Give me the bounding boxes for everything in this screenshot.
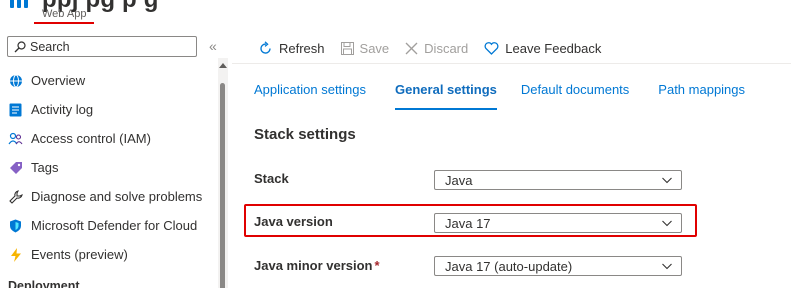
- collapse-sidebar-icon[interactable]: «: [209, 38, 217, 54]
- sidebar-item-tags[interactable]: Tags: [8, 153, 218, 182]
- sidebar-nav: Overview Activity log Access control (IA…: [8, 66, 218, 269]
- close-icon: [405, 42, 418, 54]
- chevron-down-icon: [662, 263, 672, 270]
- stack-settings-heading: Stack settings: [254, 126, 356, 143]
- stack-label: Stack: [254, 171, 289, 186]
- refresh-icon: [260, 40, 271, 54]
- sidebar-item-diagnose[interactable]: Diagnose and solve problems: [8, 182, 218, 211]
- scroll-up-icon[interactable]: [219, 63, 227, 68]
- java-minor-version-label: Java minor version *: [254, 258, 380, 273]
- sidebar-section-deployment: Deployment: [8, 279, 80, 288]
- java-minor-version-value: Java 17 (auto-update): [445, 258, 573, 274]
- java-minor-version-dropdown[interactable]: Java 17 (auto-update): [434, 256, 682, 276]
- save-label: Save: [359, 40, 390, 56]
- sidebar-item-label: Diagnose and solve problems: [31, 189, 203, 204]
- sidebar-scroll-thumb[interactable]: [220, 83, 225, 288]
- chevron-down-icon: [662, 220, 672, 227]
- lightning-icon: [8, 247, 23, 262]
- save-icon: [340, 41, 354, 55]
- sidebar-item-access-control[interactable]: Access control (IAM): [8, 124, 218, 153]
- sidebar-item-activity-log[interactable]: Activity log: [8, 95, 218, 124]
- sidebar-item-defender[interactable]: Microsoft Defender for Cloud: [8, 211, 218, 240]
- search-input[interactable]: [30, 39, 190, 54]
- discard-label: Discard: [424, 40, 469, 56]
- tag-icon: [8, 160, 23, 175]
- sidebar-item-label: Activity log: [31, 102, 94, 117]
- resource-type-label: Web App: [42, 8, 87, 20]
- sidebar-item-label: Access control (IAM): [31, 131, 151, 146]
- java-version-label: Java version: [254, 214, 333, 229]
- wrench-icon: [8, 189, 23, 204]
- sidebar-item-label: Tags: [31, 160, 59, 175]
- required-indicator: *: [374, 258, 380, 273]
- sidebar-item-events[interactable]: Events (preview): [8, 240, 218, 269]
- leave-feedback-button[interactable]: Leave Feedback: [484, 41, 601, 56]
- tab-application-settings[interactable]: Application settings: [254, 82, 366, 104]
- sidebar-search[interactable]: [7, 36, 197, 57]
- tab-path-mappings[interactable]: Path mappings: [658, 82, 745, 104]
- app-service-icon: [10, 0, 32, 8]
- sidebar-item-label: Overview: [31, 73, 86, 88]
- stack-value: Java: [445, 172, 473, 188]
- globe-icon: [8, 73, 23, 88]
- stack-dropdown[interactable]: Java: [434, 170, 682, 190]
- tab-general-settings[interactable]: General settings: [395, 82, 497, 110]
- discard-button[interactable]: Discard: [405, 41, 468, 56]
- command-bar: Refresh Save Discard Leave Feedback: [258, 38, 617, 58]
- feedback-label: Leave Feedback: [505, 40, 602, 56]
- activity-log-icon: [8, 102, 23, 117]
- sidebar-item-label: Microsoft Defender for Cloud: [31, 218, 198, 233]
- refresh-button[interactable]: Refresh: [258, 41, 325, 56]
- chevron-down-icon: [662, 177, 672, 184]
- toolbar-divider: [232, 63, 791, 64]
- subtitle-annotation-underline: [34, 22, 94, 24]
- java-version-value: Java 17: [445, 215, 491, 231]
- shield-icon: [8, 218, 23, 233]
- sidebar-item-overview[interactable]: Overview: [8, 66, 218, 95]
- save-button[interactable]: Save: [340, 40, 390, 56]
- java-minor-version-text: Java minor version: [254, 258, 373, 273]
- people-icon: [8, 131, 23, 146]
- sidebar-item-label: Events (preview): [31, 247, 128, 262]
- heart-icon: [484, 41, 499, 55]
- settings-tabs: Application settings General settings De…: [254, 82, 745, 110]
- search-icon: [14, 40, 26, 52]
- tab-default-documents[interactable]: Default documents: [521, 82, 629, 104]
- java-version-dropdown[interactable]: Java 17: [434, 213, 682, 233]
- refresh-label: Refresh: [279, 40, 325, 56]
